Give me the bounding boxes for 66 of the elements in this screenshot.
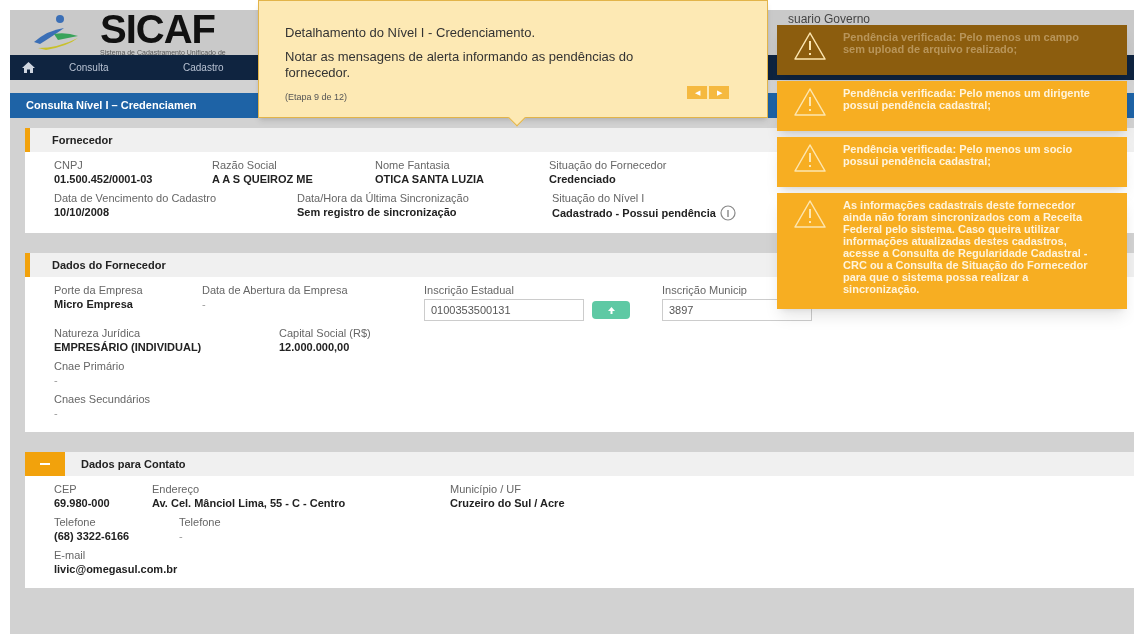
warning-icon bbox=[793, 143, 827, 173]
field-label: Data de Vencimento do Cadastro bbox=[54, 191, 218, 205]
field-label: Telefone bbox=[179, 515, 222, 529]
field-value: EMPRESÁRIO (INDIVIDUAL) bbox=[54, 340, 203, 354]
tour-step: (Etapa 9 de 12) bbox=[285, 90, 348, 104]
field-label: Capital Social (R$) bbox=[279, 326, 372, 340]
field-value: A A S QUEIROZ ME bbox=[212, 172, 314, 186]
field-label: CEP bbox=[54, 482, 78, 496]
field-label: Natureza Jurídica bbox=[54, 326, 142, 340]
field-label: Cnaes Secundários bbox=[54, 392, 151, 406]
field-label: Porte da Empresa bbox=[54, 283, 144, 297]
field-value: 01.500.452/0001-03 bbox=[54, 172, 154, 186]
field-value: livic@omegasul.com.br bbox=[54, 562, 179, 576]
field-value: - bbox=[202, 297, 207, 311]
field-value: - bbox=[54, 406, 59, 420]
tour-text: Notar as mensagens de alerta informando as pendências do fornecedor. bbox=[285, 48, 635, 81]
info-icon[interactable] bbox=[719, 205, 736, 221]
field-label: Data de Abertura da Empresa bbox=[202, 283, 349, 297]
section-title: Fornecedor bbox=[51, 132, 113, 148]
upload-icon bbox=[607, 306, 615, 314]
field-label: Inscrição Municip bbox=[662, 283, 748, 297]
user-name: suario Governo bbox=[787, 10, 870, 28]
upload-button[interactable] bbox=[592, 301, 630, 319]
field-label: CNPJ bbox=[54, 158, 84, 172]
nav-item[interactable]: Consulta bbox=[59, 60, 149, 75]
field-value: Av. Cel. Mânciol Lima, 55 - C - Centro bbox=[152, 496, 347, 510]
alert-text: As informações cadastrais deste fornecedor ainda não foram sincronizados com a Receita Federal pelo sistema. Caso queira utilizar informações atualizadas destes cadastros, acesse a Consulta de Regularidade Cadastral - CRC ou a Consulta de Situação do Fornecedor para que o sistema possa realizar a sincronização. bbox=[843, 199, 1089, 295]
field-value: 10/10/2008 bbox=[54, 205, 111, 219]
warning-icon bbox=[793, 199, 827, 229]
field-label: Nome Fantasia bbox=[375, 158, 451, 172]
warning-icon bbox=[793, 31, 827, 61]
field-label: E-mail bbox=[54, 548, 87, 562]
warning-icon bbox=[793, 87, 827, 117]
field-label: Data/Hora da Última Sincronização bbox=[297, 191, 470, 205]
field-value: - bbox=[54, 373, 59, 387]
alert-text: Pendência verificada: Pelo menos um socio possui pendência cadastral; bbox=[843, 143, 1074, 169]
collapse-button[interactable] bbox=[25, 452, 65, 476]
field-label: Razão Social bbox=[212, 158, 278, 172]
home-icon[interactable] bbox=[22, 62, 35, 73]
field-label: Telefone bbox=[54, 515, 97, 529]
field-value: 12.000.000,00 bbox=[279, 340, 351, 354]
page-title: Consulta Nível I – Credenciamen bbox=[26, 98, 197, 114]
alert-text: Pendência verificada: Pelo menos um dirigente possui pendência cadastral; bbox=[843, 87, 1091, 113]
field-label: Cnae Primário bbox=[54, 359, 126, 373]
field-value: Credenciado bbox=[549, 172, 617, 186]
field-label: Endereço bbox=[152, 482, 201, 496]
field-label: Situação do Fornecedor bbox=[549, 158, 668, 172]
field-label: Inscrição Estadual bbox=[424, 283, 515, 297]
minus-icon bbox=[40, 463, 50, 465]
field-value: - bbox=[179, 529, 184, 543]
logo-text: SICAF bbox=[100, 9, 215, 49]
field-value: Cruzeiro do Sul / Acre bbox=[450, 496, 566, 510]
text-field[interactable]: 0100353500131 bbox=[424, 299, 584, 321]
text-field[interactable]: 3897 bbox=[662, 299, 812, 321]
alert-text: Pendência verificada: Pelo menos um campo sem upload de arquivo realizado; bbox=[843, 31, 1080, 57]
field-value: Micro Empresa bbox=[54, 297, 134, 311]
section-title: Dados do Fornecedor bbox=[51, 257, 166, 273]
field-value: OTICA SANTA LUZIA bbox=[375, 172, 485, 186]
field-label: Situação do Nível I bbox=[552, 191, 646, 205]
field-value: Sem registro de sincronização bbox=[297, 205, 458, 219]
section-title: Dados para Contato bbox=[80, 456, 186, 472]
field-value: (68) 3322-6166 bbox=[54, 529, 131, 543]
field-label: Município / UF bbox=[450, 482, 522, 496]
field-value: Cadastrado - Possui pendência bbox=[552, 206, 716, 220]
field-value: 69.980-000 bbox=[54, 496, 111, 510]
tour-title: Detalhamento do Nível I - Credenciamento. bbox=[285, 24, 536, 42]
